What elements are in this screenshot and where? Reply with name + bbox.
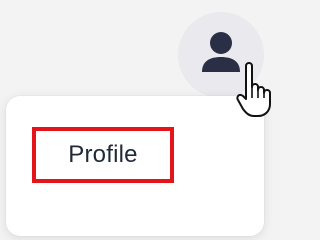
menu-item-profile[interactable]: Profile: [32, 127, 174, 183]
top-bar: [0, 0, 300, 100]
menu-item-profile-label: Profile: [68, 141, 138, 168]
profile-dropdown-menu: Profile: [6, 96, 264, 236]
profile-avatar-button[interactable]: [178, 12, 264, 98]
user-icon: [202, 32, 240, 72]
